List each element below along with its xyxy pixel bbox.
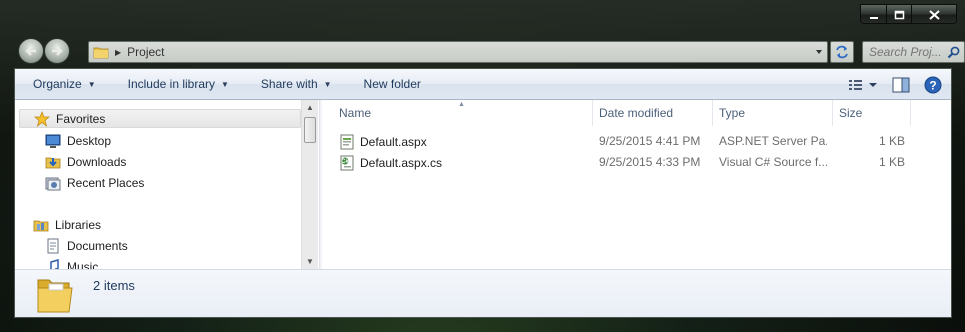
file-list: ▲ Name Date modified Type Size Default.a… — [323, 100, 951, 269]
help-button[interactable]: ? — [919, 74, 947, 96]
file-name: Default.aspx — [360, 135, 427, 149]
file-name: Default.aspx.cs — [360, 156, 443, 170]
column-header-type[interactable]: Type — [713, 100, 833, 126]
maximize-icon — [894, 10, 904, 19]
folder-icon — [37, 279, 73, 313]
file-name-cell: C# Default.aspx.cs — [339, 155, 589, 171]
address-bar[interactable]: ▶ Project — [88, 41, 828, 63]
help-icon: ? — [924, 76, 942, 93]
chevron-down-icon: ▼ — [323, 79, 332, 89]
nav-item-label: Downloads — [67, 154, 127, 169]
folder-icon — [93, 47, 109, 59]
search-input[interactable] — [869, 45, 947, 59]
column-header-label: Name — [339, 106, 372, 120]
nav-pane-scrollbar[interactable]: ▲ ▼ — [301, 100, 318, 269]
file-type: Visual C# Source f... — [719, 155, 827, 169]
minimize-icon — [869, 16, 878, 19]
chevron-down-icon — [73, 52, 79, 56]
maximize-button[interactable] — [887, 5, 912, 23]
column-header-size[interactable]: Size — [833, 100, 911, 126]
view-details-icon — [849, 79, 877, 90]
nav-item-documents[interactable]: Documents — [45, 236, 128, 255]
column-header-label: Size — [839, 106, 863, 120]
scroll-up-icon[interactable]: ▲ — [306, 103, 314, 112]
breadcrumb-arrow-icon[interactable]: ▶ — [115, 48, 121, 57]
file-type: ASP.NET Server Pa... — [719, 134, 827, 148]
caption-buttons — [860, 4, 957, 24]
scroll-thumb[interactable] — [304, 117, 316, 143]
svg-text:C#: C# — [341, 159, 349, 165]
details-pane: 2 items — [15, 269, 951, 317]
address-dropdown-icon[interactable] — [815, 48, 823, 56]
music-icon — [45, 258, 61, 269]
close-button[interactable] — [912, 5, 956, 23]
chevron-down-icon: ▼ — [87, 79, 96, 89]
file-size: 1 KB — [878, 155, 905, 169]
share-with-label: Share with — [260, 77, 318, 91]
preview-pane-button[interactable] — [887, 74, 915, 96]
navigation-row: ▶ Project — [16, 37, 965, 65]
column-header-label: Date modified — [599, 106, 674, 120]
file-date: 9/25/2015 4:41 PM — [599, 134, 701, 148]
preview-pane-icon — [892, 77, 910, 92]
explorer-window: Organize ▼ Include in library ▼ Share wi… — [14, 68, 952, 318]
refresh-icon — [836, 45, 848, 59]
csharp-file-icon: C# — [340, 155, 354, 171]
libraries-icon — [33, 217, 49, 233]
organize-menu[interactable]: Organize ▼ — [15, 77, 110, 91]
organize-label: Organize — [33, 77, 82, 91]
pane-splitter[interactable] — [319, 100, 322, 269]
column-header-name[interactable]: Name — [323, 100, 593, 126]
close-icon — [928, 9, 940, 20]
nav-item-recent-places[interactable]: Recent Places — [45, 173, 144, 192]
nav-item-label: Libraries — [55, 217, 102, 232]
back-button[interactable] — [18, 38, 44, 64]
nav-item-music[interactable]: Music — [45, 257, 98, 269]
view-controls: ? — [843, 69, 951, 100]
nav-item-desktop[interactable]: Desktop — [45, 131, 111, 150]
recent-pages-dropdown[interactable] — [72, 47, 80, 56]
nav-item-favorites[interactable]: Favorites — [19, 109, 301, 128]
column-header-label: Type — [719, 106, 746, 120]
nav-item-label: Desktop — [67, 133, 112, 148]
recent-places-icon — [45, 175, 61, 191]
nav-item-downloads[interactable]: Downloads — [45, 152, 126, 171]
column-header-date-modified[interactable]: Date modified — [593, 100, 713, 126]
file-row[interactable]: C# Default.aspx.cs 9/25/2015 4:33 PM Vis… — [323, 152, 943, 173]
file-row[interactable]: Default.aspx 9/25/2015 4:41 PM ASP.NET S… — [323, 131, 943, 152]
navigation-pane: Favorites Desktop Downloads Recent Place… — [15, 100, 319, 269]
documents-icon — [45, 238, 61, 254]
nav-item-label: Favorites — [56, 111, 106, 126]
file-date: 9/25/2015 4:33 PM — [599, 155, 701, 169]
command-bar: Organize ▼ Include in library ▼ Share wi… — [15, 69, 951, 100]
nav-item-label: Music — [67, 259, 99, 270]
include-in-library-menu[interactable]: Include in library ▼ — [110, 77, 243, 91]
new-folder-label: New folder — [363, 77, 421, 91]
change-view-button[interactable] — [843, 74, 883, 96]
scroll-down-icon[interactable]: ▼ — [306, 257, 314, 266]
nav-item-libraries[interactable]: Libraries — [33, 215, 101, 234]
forward-button[interactable] — [44, 38, 70, 64]
back-arrow-icon — [25, 46, 36, 56]
search-box[interactable] — [862, 41, 965, 63]
nav-item-label: Documents — [67, 238, 128, 253]
star-icon — [34, 110, 50, 127]
search-icon[interactable] — [947, 46, 960, 59]
svg-text:?: ? — [929, 78, 936, 92]
minimize-button[interactable] — [861, 5, 887, 23]
chevron-down-icon: ▼ — [221, 79, 229, 89]
nav-item-label: Recent Places — [67, 175, 145, 190]
file-size: 1 KB — [878, 134, 905, 148]
item-count: 2 items — [93, 278, 135, 293]
downloads-icon — [45, 154, 61, 170]
new-folder-button[interactable]: New folder — [346, 77, 435, 91]
file-name-cell: Default.aspx — [339, 134, 589, 150]
desktop-icon — [45, 133, 61, 149]
refresh-button[interactable] — [830, 41, 854, 63]
breadcrumb-project[interactable]: Project — [127, 45, 164, 59]
forward-arrow-icon — [52, 46, 63, 56]
aspx-file-icon — [340, 134, 354, 150]
include-in-library-label: Include in library — [127, 77, 215, 91]
share-with-menu[interactable]: Share with ▼ — [243, 77, 346, 91]
